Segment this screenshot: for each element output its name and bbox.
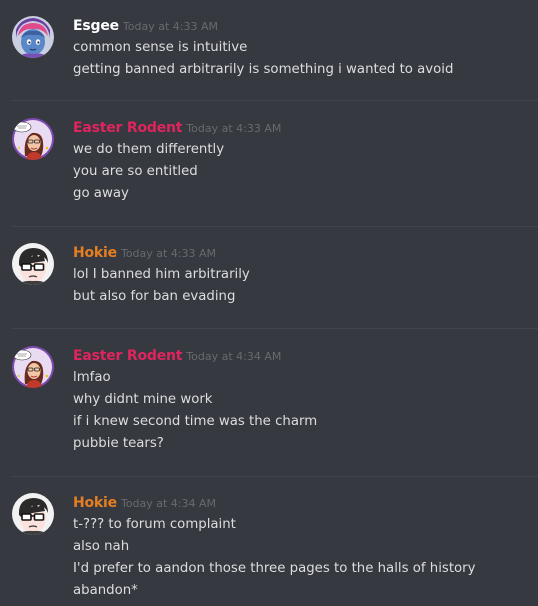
avatar-glasses-man-avatar[interactable] [12, 243, 54, 285]
message-text: if i knew second time was the charm [73, 414, 318, 429]
username-easter-rodent[interactable]: Easter Rodent [73, 120, 182, 136]
message-timestamp: Today at 4:33 AM [120, 247, 217, 260]
message-header: Hokie Today at 4:33 AM [73, 242, 216, 261]
username-esgee[interactable]: Esgee [73, 18, 119, 34]
message-text: lol I banned him arbitrarily [73, 267, 250, 282]
message-text: why didnt mine work [73, 392, 213, 407]
message-text: t-??? to forum complaint [73, 517, 236, 532]
username-hokie[interactable]: Hokie [73, 495, 117, 511]
message-text: also nah [73, 539, 130, 554]
message-text: getting banned arbitrarily is something … [73, 62, 454, 77]
avatar-comic-girl-avatar[interactable] [12, 118, 54, 160]
message-text: you are so entitled [73, 164, 198, 179]
message-group-divider [12, 226, 538, 227]
message-timestamp: Today at 4:33 AM [122, 20, 218, 33]
message-group-divider [12, 328, 538, 329]
message-text: abandon* [73, 583, 138, 598]
message-text: pubbie tears? [73, 436, 164, 451]
message-text: lmfao [73, 370, 111, 385]
message-timestamp: Today at 4:33 AM [186, 122, 282, 135]
message-header: Esgee Today at 4:33 AM [73, 15, 218, 34]
message-header: Hokie Today at 4:34 AM [73, 492, 216, 511]
avatar-blue-haired-character-avatar[interactable] [12, 16, 54, 58]
message-text: common sense is intuitive [73, 40, 248, 55]
avatar-glasses-man-avatar[interactable] [12, 493, 54, 535]
chat-message-list: Esgee Today at 4:33 AM common sense is int… [0, 0, 538, 606]
message-group-divider [12, 476, 538, 477]
username-hokie[interactable]: Hokie [73, 245, 117, 261]
message-text: I'd prefer to aandon those three pages t… [73, 561, 476, 576]
message-header: Easter Rodent Today at 4:33 AM [73, 117, 281, 136]
message-timestamp: Today at 4:34 AM [186, 350, 282, 363]
message-text: but also for ban evading [73, 289, 236, 304]
message-group-divider [12, 100, 538, 101]
avatar-comic-girl-avatar[interactable] [12, 346, 54, 388]
message-text: go away [73, 186, 129, 201]
username-easter-rodent[interactable]: Easter Rodent [73, 348, 182, 364]
message-text: we do them differently [73, 142, 225, 157]
message-timestamp: Today at 4:34 AM [120, 497, 217, 510]
message-header: Easter Rodent Today at 4:34 AM [73, 345, 281, 364]
